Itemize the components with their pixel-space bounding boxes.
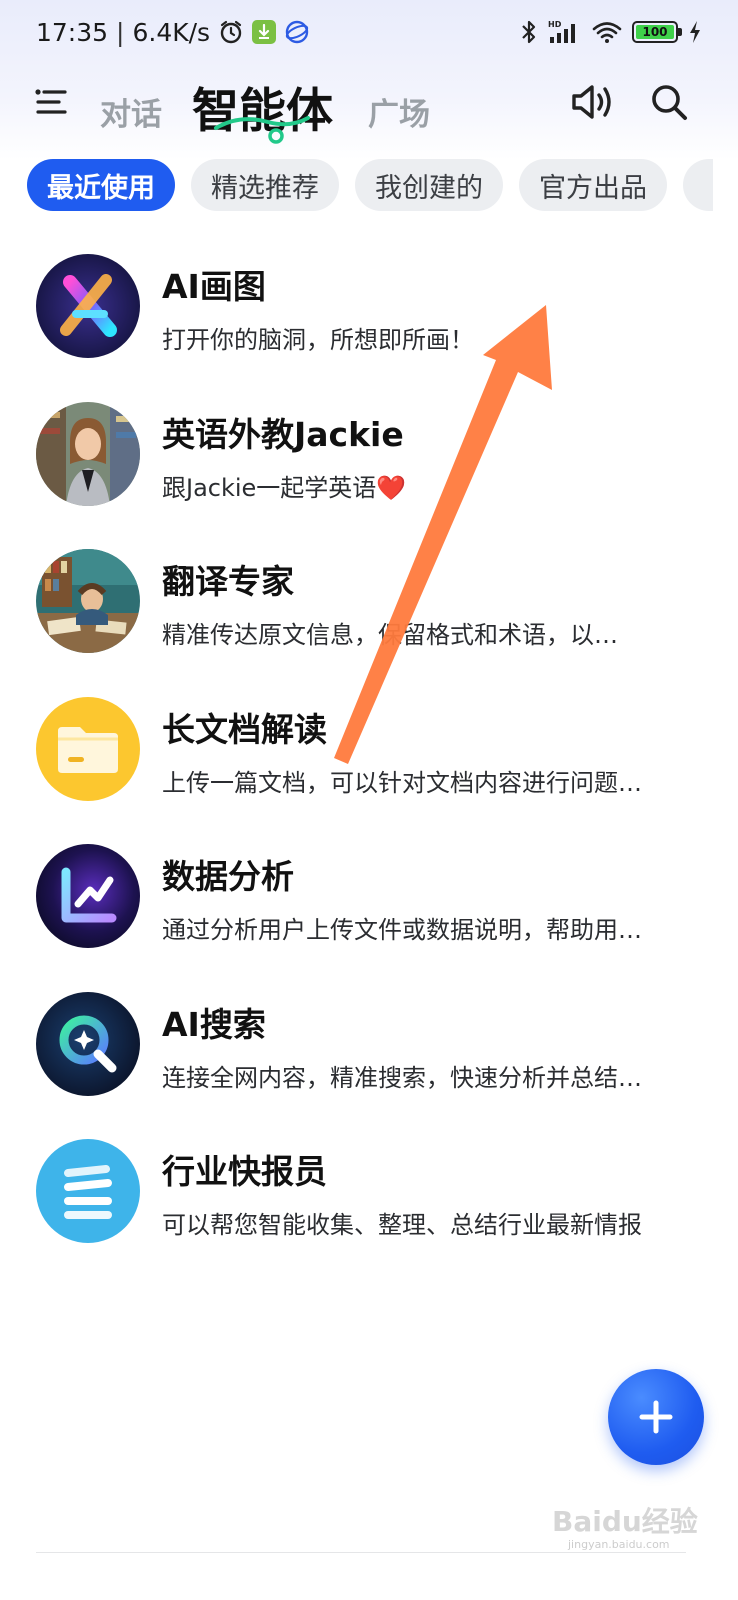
agent-description: 跟Jackie一起学英语❤️ <box>162 473 407 502</box>
agent-description: 连接全网内容，精准搜索，快速分析并总结… <box>162 1063 642 1092</box>
search-icon[interactable] <box>648 80 690 124</box>
app-notification-icon <box>284 19 310 45</box>
agent-name: 行业快报员 <box>162 1152 327 1191</box>
plus-icon <box>639 1400 673 1434</box>
agent-name: AI画图 <box>162 267 266 306</box>
active-tab-indicator <box>214 116 310 144</box>
chip-more-partial[interactable] <box>683 159 713 211</box>
data-analysis-avatar <box>36 844 140 948</box>
battery-icon: 100 <box>632 21 682 43</box>
signal-hd-icon: HD <box>548 19 582 45</box>
news-reporter-avatar <box>36 1139 140 1243</box>
chip-official[interactable]: 官方出品 <box>519 159 667 211</box>
divider <box>36 1552 686 1553</box>
agent-item-ai-search[interactable]: AI搜索 连接全网内容，精准搜索，快速分析并总结… <box>0 964 738 1112</box>
watermark-url: jingyan.baidu.com <box>568 1538 670 1551</box>
network-speed: 6.4K/s <box>132 17 211 47</box>
agent-description: 通过分析用户上传文件或数据说明，帮助用… <box>162 916 642 944</box>
ai-search-avatar <box>36 991 140 1096</box>
status-left: 17:35 | 6.4K/s <box>36 18 310 47</box>
status-separator: | <box>116 17 125 47</box>
agent-name: 英语外教Jackie <box>162 414 404 454</box>
agent-item-news-reporter[interactable]: 行业快报员 可以帮您智能收集、整理、总结行业最新情报 <box>0 1111 738 1259</box>
tab-square[interactable]: 广场 <box>368 89 430 134</box>
agent-name: 长文档解读 <box>162 709 327 749</box>
agent-name: AI搜索 <box>162 1004 266 1044</box>
download-notification-icon <box>252 20 277 44</box>
battery-level: 100 <box>636 25 674 39</box>
agent-item-english-tutor[interactable]: 英语外教Jackie 跟Jackie一起学英语❤️ <box>0 374 738 522</box>
svg-text:HD: HD <box>548 20 562 29</box>
agent-item-long-document[interactable]: 长文档解读 上传一篇文档，可以针对文档内容进行问题… <box>0 669 738 817</box>
agent-description: 上传一篇文档，可以针对文档内容进行问题… <box>162 768 642 797</box>
menu-icon[interactable] <box>34 84 70 120</box>
agent-name: 数据分析 <box>162 857 294 896</box>
agent-description: 打开你的脑洞，所想即所画！ <box>162 326 474 354</box>
alarm-icon <box>218 19 244 45</box>
status-right: HD 100 <box>520 19 702 45</box>
agent-item-ai-drawing[interactable]: AI画图 打开你的脑洞，所想即所画！ <box>0 226 738 374</box>
agent-description: 精准传达原文信息，保留格式和术语，以… <box>162 621 618 649</box>
document-avatar <box>36 696 140 801</box>
wifi-icon <box>592 20 622 44</box>
app-header: 对话 智能体 广场 <box>0 64 738 148</box>
speaker-icon[interactable] <box>570 80 616 124</box>
agent-item-translator[interactable]: 翻译专家 精准传达原文信息，保留格式和术语，以… <box>0 521 738 669</box>
chip-recent[interactable]: 最近使用 <box>27 159 175 211</box>
status-time: 17:35 <box>36 17 109 47</box>
filter-chips: 最近使用 精选推荐 我创建的 官方出品 <box>27 159 713 211</box>
status-bar: 17:35 | 6.4K/s HD 100 <box>0 0 738 64</box>
ai-drawing-avatar <box>36 254 140 358</box>
agent-item-data-analysis[interactable]: 数据分析 通过分析用户上传文件或数据说明，帮助用… <box>0 816 738 964</box>
charging-icon <box>688 20 702 44</box>
tab-dialog[interactable]: 对话 <box>100 89 162 134</box>
chip-featured[interactable]: 精选推荐 <box>191 159 339 211</box>
agent-name: 翻译专家 <box>162 562 294 601</box>
chip-my-created[interactable]: 我创建的 <box>355 159 503 211</box>
watermark: Baidu经验 <box>552 1505 698 1538</box>
bluetooth-icon <box>520 19 538 45</box>
agent-list: AI画图 打开你的脑洞，所想即所画！ 英语外教Jackie 跟Jackie一起学… <box>0 226 738 1259</box>
agent-description: 可以帮您智能收集、整理、总结行业最新情报 <box>162 1211 642 1239</box>
create-agent-button[interactable] <box>608 1369 704 1465</box>
translator-avatar <box>36 549 140 653</box>
jackie-avatar <box>36 401 140 506</box>
